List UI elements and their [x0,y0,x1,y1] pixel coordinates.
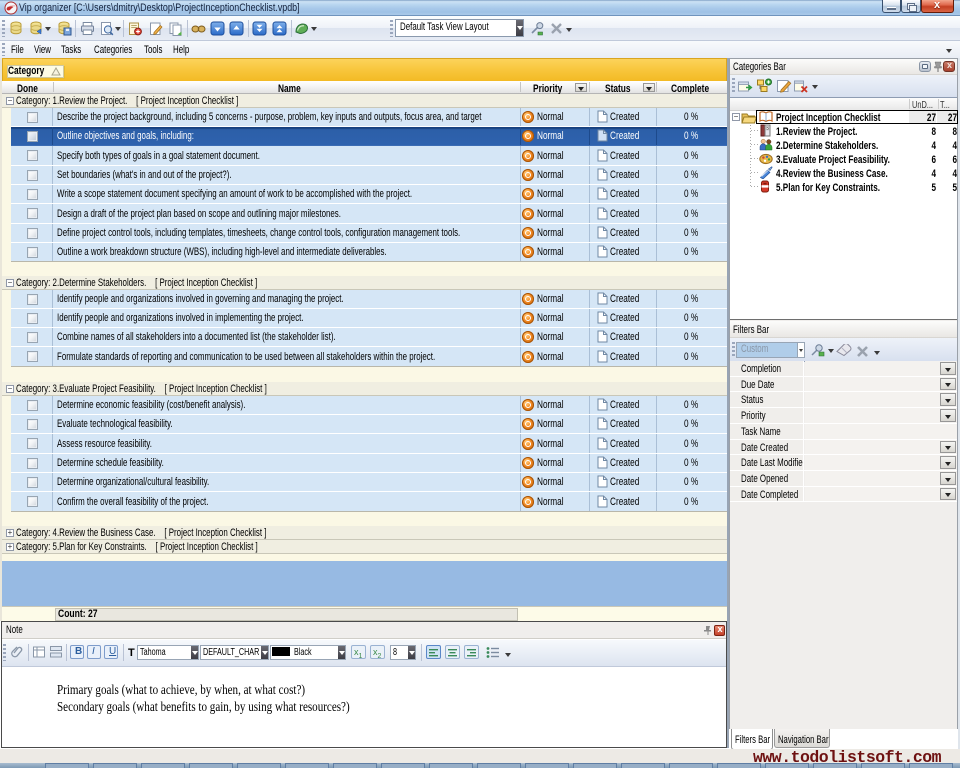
svg-text:5: 5 [767,126,769,130]
